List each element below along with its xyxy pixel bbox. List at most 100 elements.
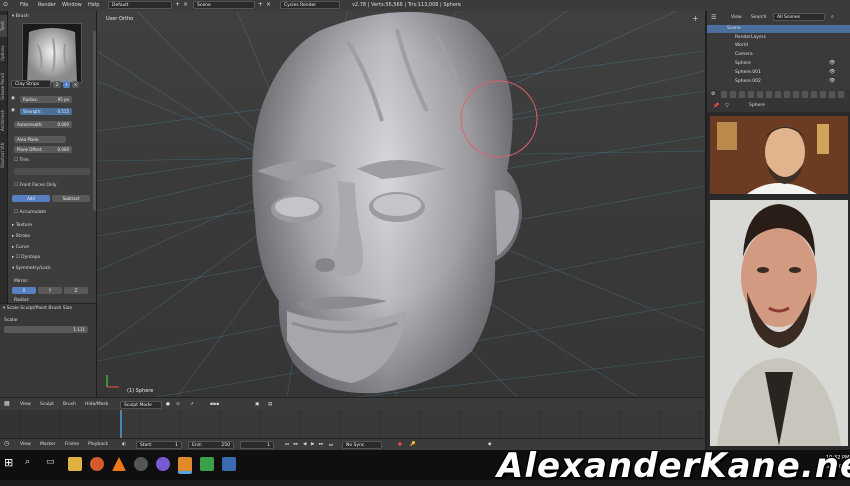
camera-icon[interactable]: ▤ xyxy=(268,402,272,407)
add-scene-icon[interactable]: + xyxy=(258,1,263,8)
jump-end-icon[interactable]: ⏭ xyxy=(329,442,333,448)
menu-file[interactable]: File xyxy=(20,2,28,8)
outliner-item-camera[interactable]: Camera xyxy=(735,52,753,57)
current-frame-field[interactable]: 1 xyxy=(240,441,274,449)
mirror-z-button[interactable]: Z xyxy=(64,287,88,294)
outliner-menu-view[interactable]: View xyxy=(731,15,742,20)
tab-shortcut[interactable]: Shortcut VUr xyxy=(0,138,7,172)
preview-range-icon[interactable]: ◐ xyxy=(122,442,126,447)
timeline-menu-frame[interactable]: Frame xyxy=(65,442,79,447)
radius-slider[interactable]: Radius: 95 px xyxy=(20,96,72,103)
3d-viewport[interactable]: User Ortho (1) Sphere + xyxy=(97,11,705,397)
strength-lock-icon[interactable]: ◉ xyxy=(11,108,15,113)
jump-start-icon[interactable]: ⏮ xyxy=(285,442,289,448)
add-brush-button[interactable]: + xyxy=(63,81,70,88)
outliner-item-world[interactable]: World xyxy=(735,43,748,48)
editor-type-icon[interactable]: ▦ xyxy=(4,400,10,407)
remove-scene-icon[interactable]: × xyxy=(266,1,271,8)
task-view-icon[interactable]: ▭ xyxy=(46,457,55,467)
menu-help[interactable]: Help xyxy=(88,2,99,8)
blender-taskbar-icon[interactable] xyxy=(178,457,192,471)
windows-start-icon[interactable]: ⊞ xyxy=(4,456,13,469)
timeline-area[interactable] xyxy=(0,410,705,438)
add-layout-icon[interactable]: + xyxy=(175,1,180,8)
mirror-y-button[interactable]: Y xyxy=(38,287,62,294)
steam-icon[interactable] xyxy=(134,457,148,471)
visibility-eye-icon[interactable]: 👁 xyxy=(829,78,835,84)
outliner-item-scene[interactable]: Scene xyxy=(727,26,741,31)
search-icon[interactable]: ⌕ xyxy=(25,457,30,467)
tab-grease-pencil[interactable]: Grease Pencil xyxy=(0,69,7,103)
strength-slider[interactable]: Strength: 0.515 xyxy=(20,108,72,115)
tab-options[interactable]: Options xyxy=(0,41,7,65)
manipulator-icon[interactable]: ↗ xyxy=(190,402,194,407)
timeline-menu-playback[interactable]: Playback xyxy=(88,442,108,447)
end-frame-field[interactable]: End: 250 xyxy=(188,441,234,449)
autosmooth-slider[interactable]: Autosmooth: 0.000 xyxy=(14,121,72,128)
tool-panel-scrollbar[interactable] xyxy=(93,31,96,211)
blender-logo-icon[interactable]: ⊙ xyxy=(3,1,8,8)
outliner-item-sphere[interactable]: Sphere xyxy=(735,61,751,66)
play-icon[interactable]: ▶ xyxy=(311,442,314,447)
record-icon[interactable]: ● xyxy=(398,442,402,447)
timeline-menu-marker[interactable]: Marker xyxy=(40,442,56,447)
play-reverse-icon[interactable]: ◀ xyxy=(303,442,306,447)
mirror-x-button[interactable]: X xyxy=(12,287,36,294)
insert-keyframe-icon[interactable]: ◆ xyxy=(488,442,491,447)
pivot-point-icon[interactable]: ⊙ xyxy=(176,402,180,407)
outliner-editor-icon[interactable]: ☰ xyxy=(711,14,716,21)
subtract-mode-button[interactable]: Subtract xyxy=(52,195,90,202)
viewport-menu-view[interactable]: View xyxy=(20,402,31,407)
last-operator-title[interactable]: ▾ Scale Sculpt/Paint Brush Size xyxy=(3,306,72,311)
section-dyntopo[interactable]: ▸ ☐ Dyntopo xyxy=(12,255,40,260)
app-icon[interactable] xyxy=(200,457,214,471)
outliner-search-icon[interactable]: ⌕ xyxy=(831,14,834,20)
section-symmetry[interactable]: ▾ Symmetry/Lock xyxy=(12,266,51,271)
start-frame-field[interactable]: Start: 1 xyxy=(136,441,182,449)
sync-mode-dropdown[interactable]: No Sync xyxy=(342,441,382,449)
tab-archimesh[interactable]: Archimesh xyxy=(0,106,7,134)
brush-preview-thumbnail[interactable] xyxy=(22,23,82,83)
radius-lock-icon[interactable]: ◉ xyxy=(11,96,15,101)
viewport-menu-sculpt[interactable]: Sculpt xyxy=(40,402,54,407)
outliner-item-sphere-002[interactable]: Sphere.002 xyxy=(735,79,761,84)
keying-set-icon[interactable]: 🔑 xyxy=(410,442,416,447)
area-plane-dropdown[interactable]: Area Plane xyxy=(14,136,66,143)
layers-icon[interactable]: ▪▪▪ xyxy=(210,402,219,407)
photos-icon[interactable] xyxy=(222,457,236,471)
remove-brush-button[interactable]: × xyxy=(72,81,79,88)
pin-icon[interactable]: 📌 xyxy=(713,103,719,109)
section-curve[interactable]: ▸ Curve xyxy=(12,245,29,250)
mode-selector[interactable]: Sculpt Mode xyxy=(120,401,162,409)
outliner-filter-dropdown[interactable]: All Scenes xyxy=(773,13,825,21)
brush-name-field[interactable]: Clay Strips xyxy=(11,80,51,88)
visibility-eye-icon[interactable]: 👁 xyxy=(829,60,835,66)
outliner-menu-search[interactable]: Search xyxy=(751,15,766,20)
outliner-item-renderlayers[interactable]: RenderLayers xyxy=(735,35,766,40)
timeline-editor-icon[interactable]: ◷ xyxy=(4,440,9,447)
firefox-icon[interactable] xyxy=(90,457,104,471)
section-texture[interactable]: ▸ Texture xyxy=(12,223,32,228)
visibility-eye-icon[interactable]: 👁 xyxy=(829,69,835,75)
next-keyframe-icon[interactable]: ▸▸ xyxy=(319,442,324,447)
tab-tools[interactable]: Tools xyxy=(0,15,7,37)
scalar-slider[interactable]: 1.111 xyxy=(4,326,88,333)
properties-context-tabs[interactable] xyxy=(721,91,846,98)
prev-keyframe-icon[interactable]: ◂◂ xyxy=(293,442,298,447)
app-icon[interactable] xyxy=(156,457,170,471)
timeline-menu-view[interactable]: View xyxy=(20,442,31,447)
viewport-menu-brush[interactable]: Brush xyxy=(63,402,76,407)
render-engine-selector[interactable]: Cycles Render xyxy=(280,1,340,9)
brush-users-count[interactable]: 2 xyxy=(53,81,61,88)
menu-render[interactable]: Render xyxy=(38,2,56,8)
trim-distance-slider[interactable] xyxy=(14,168,90,175)
accumulate-checkbox[interactable]: ☐ Accumulate xyxy=(14,210,46,215)
trim-checkbox[interactable]: ☐ Trim xyxy=(14,158,29,163)
viewport-menu-hide-mask[interactable]: Hide/Mask xyxy=(85,402,108,407)
add-mode-button[interactable]: Add xyxy=(12,195,50,202)
brush-panel-header[interactable]: ▾ Brush xyxy=(12,14,29,19)
layout-selector[interactable]: Default xyxy=(108,1,172,9)
file-explorer-icon[interactable] xyxy=(68,457,82,471)
plane-offset-slider[interactable]: Plane Offset: 0.000 xyxy=(14,146,72,153)
front-faces-checkbox[interactable]: ☐ Front Faces Only xyxy=(14,183,57,188)
